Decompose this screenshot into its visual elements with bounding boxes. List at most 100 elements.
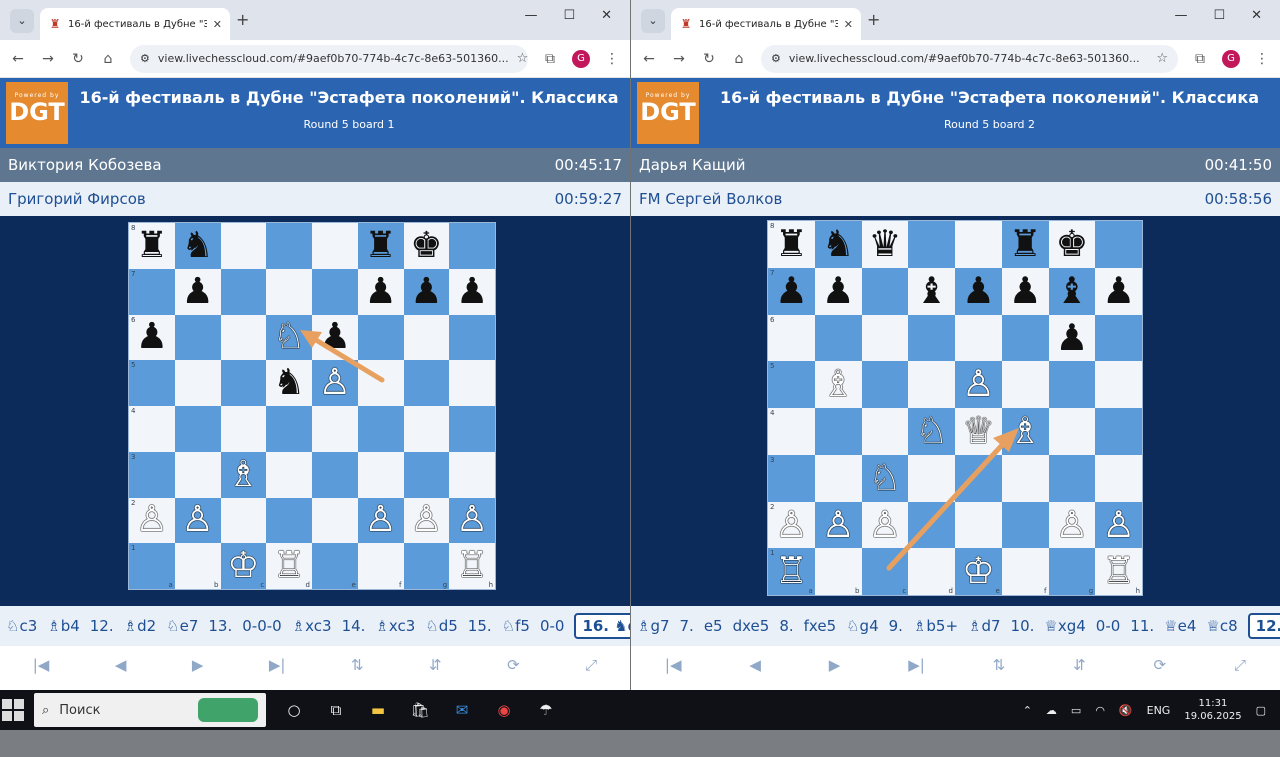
sort-up-icon[interactable]: ⇅: [351, 656, 364, 674]
square-f4[interactable]: [357, 406, 404, 452]
square-f2[interactable]: [1001, 501, 1049, 549]
square-e6[interactable]: [955, 314, 1002, 362]
white-pawn-icon[interactable]: ♙: [182, 502, 214, 538]
reload-icon[interactable]: ↻: [70, 51, 86, 67]
minimize-icon[interactable]: —: [524, 8, 537, 23]
white-pawn-icon[interactable]: ♙: [456, 502, 488, 538]
square-e1[interactable]: e: [312, 543, 358, 589]
square-g5[interactable]: [403, 360, 450, 406]
square-d8[interactable]: [266, 223, 312, 269]
square-e2[interactable]: [312, 497, 358, 544]
square-b2[interactable]: ♙: [814, 501, 862, 549]
site-info-icon[interactable]: ⚙: [771, 52, 781, 65]
forward-icon[interactable]: →: [40, 51, 56, 67]
square-c1[interactable]: c: [861, 548, 909, 595]
white-rook-icon[interactable]: ♖: [1102, 553, 1135, 590]
sort-up-icon[interactable]: ⇅: [993, 656, 1006, 674]
square-e8[interactable]: [312, 223, 358, 269]
square-e4[interactable]: [312, 406, 358, 452]
reload-icon[interactable]: ↻: [701, 51, 717, 67]
square-e6[interactable]: ♟: [312, 314, 358, 361]
current-move[interactable]: 12. ♗f4: [1247, 613, 1280, 639]
square-g1[interactable]: g: [403, 543, 450, 589]
refresh-icon[interactable]: ⟳: [507, 656, 520, 674]
white-king-icon[interactable]: ♔: [962, 553, 995, 590]
move-item[interactable]: 8.: [779, 617, 793, 635]
home-icon[interactable]: ⌂: [100, 51, 116, 67]
square-d3[interactable]: [908, 454, 955, 502]
move-item[interactable]: e5: [704, 617, 723, 635]
maximize-icon[interactable]: ☐: [1213, 8, 1225, 23]
square-h8[interactable]: [449, 223, 495, 269]
move-item[interactable]: 15.: [468, 617, 492, 635]
square-h7[interactable]: ♟: [449, 268, 495, 315]
black-pawn-icon[interactable]: ♟: [962, 272, 995, 310]
black-knight-icon[interactable]: ♞: [182, 228, 214, 264]
move-item[interactable]: 7.: [680, 617, 694, 635]
move-item[interactable]: 13.: [208, 617, 232, 635]
square-b1[interactable]: b: [174, 543, 221, 589]
move-item[interactable]: ♘g4: [846, 617, 879, 635]
square-e5[interactable]: ♙: [955, 361, 1002, 408]
square-b1[interactable]: b: [814, 548, 862, 595]
square-a8[interactable]: ♜ 8: [768, 221, 815, 268]
white-knight-icon[interactable]: ♘: [915, 412, 948, 450]
square-b5[interactable]: ♗: [814, 361, 862, 408]
black-rook-icon[interactable]: ♜: [365, 228, 397, 264]
next-move-icon[interactable]: ▶: [829, 656, 841, 674]
square-e5[interactable]: ♙: [312, 360, 358, 406]
square-d8[interactable]: [908, 221, 955, 268]
square-b4[interactable]: [814, 408, 862, 455]
square-g8[interactable]: ♚: [1048, 221, 1096, 268]
move-item[interactable]: fxe5: [804, 617, 836, 635]
bookmark-star-icon[interactable]: ☆: [1156, 51, 1168, 66]
square-f2[interactable]: ♙: [357, 497, 404, 544]
last-move-icon[interactable]: ▶|: [908, 656, 925, 674]
white-pawn-icon[interactable]: ♙: [410, 502, 442, 538]
move-item[interactable]: 12.: [90, 617, 114, 635]
square-e8[interactable]: [955, 221, 1002, 268]
move-item[interactable]: ♘e7: [166, 617, 198, 635]
square-b8[interactable]: ♞: [814, 221, 862, 268]
profile-avatar[interactable]: G: [572, 49, 590, 68]
taskbar-search[interactable]: ⌕ Поиск: [34, 693, 266, 727]
square-a3[interactable]: 3: [129, 451, 175, 498]
square-b8[interactable]: ♞: [174, 223, 221, 269]
black-rook-icon[interactable]: ♜: [775, 225, 808, 263]
maximize-icon[interactable]: ☐: [563, 8, 575, 23]
square-h3[interactable]: [449, 451, 495, 498]
square-a6[interactable]: 6: [768, 314, 815, 362]
store-icon[interactable]: 🛍: [406, 696, 434, 724]
square-h8[interactable]: [1095, 221, 1142, 268]
square-f3[interactable]: [357, 451, 404, 498]
square-a4[interactable]: 4: [768, 408, 815, 455]
onedrive-icon[interactable]: ☁: [1046, 704, 1057, 717]
square-a1[interactable]: 1a: [129, 543, 175, 589]
square-f8[interactable]: ♜: [357, 223, 404, 269]
move-item[interactable]: ♗b5+: [913, 617, 958, 635]
white-pawn-icon[interactable]: ♙: [136, 502, 168, 538]
black-pawn-icon[interactable]: ♟: [1055, 319, 1088, 357]
square-g2[interactable]: ♙: [1048, 501, 1096, 549]
clock[interactable]: 11:31 19.06.2025: [1184, 697, 1241, 723]
address-bar[interactable]: ⚙ view.livechesscloud.com/#9aef0b70-774b…: [130, 44, 528, 73]
move-item[interactable]: ♕e4: [1164, 617, 1196, 635]
black-rook-icon[interactable]: ♜: [136, 228, 168, 264]
square-d5[interactable]: [908, 361, 955, 408]
square-d6[interactable]: ♘: [266, 314, 312, 361]
square-h3[interactable]: [1095, 454, 1142, 502]
new-tab-icon[interactable]: +: [236, 10, 249, 29]
first-move-icon[interactable]: |◀: [33, 656, 50, 674]
white-bishop-icon[interactable]: ♗: [822, 366, 855, 403]
square-c4[interactable]: [861, 408, 909, 455]
back-icon[interactable]: ←: [641, 51, 657, 67]
move-item[interactable]: 11.: [1130, 617, 1154, 635]
last-move-icon[interactable]: ▶|: [269, 656, 286, 674]
square-b6[interactable]: [174, 314, 221, 361]
black-pawn-icon[interactable]: ♟: [456, 273, 488, 310]
move-item[interactable]: 10.: [1011, 617, 1035, 635]
browser-tab[interactable]: ♜ 16-й фестиваль в Дубне "Эста ✕: [671, 8, 861, 40]
tab-search-button[interactable]: ⌄: [641, 9, 665, 33]
move-item[interactable]: 0-0: [540, 617, 565, 635]
white-pawn-icon[interactable]: ♙: [1055, 506, 1088, 544]
